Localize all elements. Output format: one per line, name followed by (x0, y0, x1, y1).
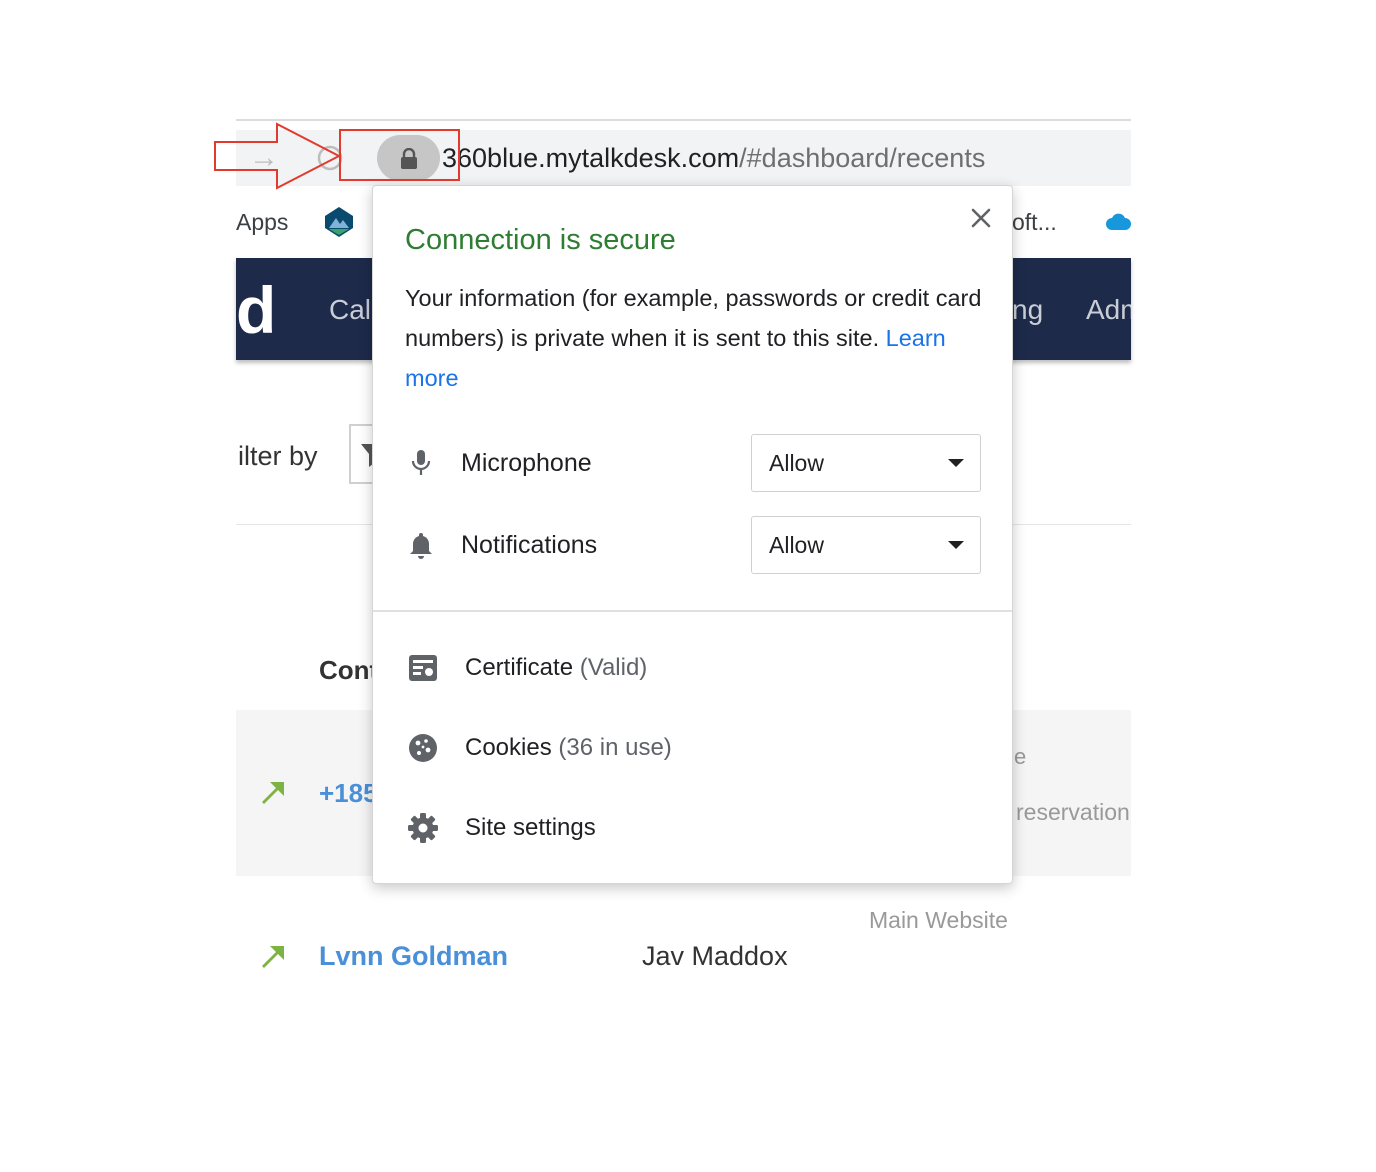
connection-description: Your information (for example, passwords… (405, 278, 995, 398)
bell-icon (410, 533, 432, 559)
row-tag-reservation: reservation (1016, 799, 1130, 825)
outbound-call-icon (262, 782, 284, 804)
row-partial-text: e (1014, 744, 1027, 769)
microphone-icon (411, 450, 431, 475)
annotation-highlight-box (339, 129, 460, 181)
nav-right-clip: ng Adm (1012, 258, 1131, 360)
dropdown-caret-icon (948, 459, 964, 467)
cookie-icon (409, 734, 437, 762)
toolbar-divider (236, 119, 1131, 121)
connection-status-title: Connection is secure (405, 224, 676, 256)
certificate-item[interactable]: Certificate (Valid) (465, 650, 647, 686)
url-host: 360blue.mytalkdesk.com (442, 143, 740, 173)
notifications-permission-select[interactable]: Allow (751, 516, 981, 574)
outbound-call-icon (262, 946, 284, 968)
cookies-label: Cookies (465, 734, 552, 761)
notifications-permission-value: Allow (769, 532, 824, 558)
bookmark-apps[interactable]: Apps (236, 205, 288, 239)
talkdesk-logo[interactable]: d (236, 270, 276, 350)
row-tag-clip: reservation (1014, 790, 1131, 830)
row-agent-name: Jav Maddox (642, 941, 788, 971)
microphone-permission-value: Allow (769, 450, 824, 476)
nav-item-calls[interactable]: Cal (329, 290, 371, 330)
certificate-status: (Valid) (579, 654, 648, 681)
gear-icon (408, 813, 438, 843)
filter-label: ilter by (238, 441, 318, 471)
certificate-label: Certificate (465, 654, 574, 681)
cookies-item[interactable]: Cookies (36 in use) (465, 730, 672, 766)
bookmark-oft[interactable]: oft... (1012, 205, 1057, 239)
microphone-permission-select[interactable]: Allow (751, 434, 981, 492)
nav-item-admin[interactable]: Adm (1086, 290, 1131, 330)
certificate-icon (409, 655, 437, 681)
annotation-arrow-icon (214, 122, 342, 190)
microphone-label: Microphone (461, 449, 592, 477)
row-phone-number[interactable]: +185 (319, 776, 378, 810)
column-header-contact: Cont (319, 655, 379, 685)
row-contact-name[interactable]: Lvnn Goldman (319, 938, 508, 974)
salesforce-cloud-icon[interactable] (1106, 210, 1132, 234)
close-icon[interactable] (966, 203, 996, 233)
url-text[interactable]: 360blue.mytalkdesk.com/#dashboard/recent… (442, 140, 985, 176)
row-source: Main Website (869, 907, 1008, 933)
notifications-label: Notifications (461, 531, 598, 559)
nav-item-reporting[interactable]: ng (1012, 290, 1043, 330)
dropdown-caret-icon (948, 541, 964, 549)
mountain-bookmark-icon[interactable] (322, 205, 356, 239)
site-settings-item[interactable]: Site settings (465, 810, 596, 846)
cookies-count: (36 in use) (558, 734, 672, 761)
url-path: /#dashboard/recents (739, 143, 986, 173)
popup-divider (373, 610, 1012, 612)
